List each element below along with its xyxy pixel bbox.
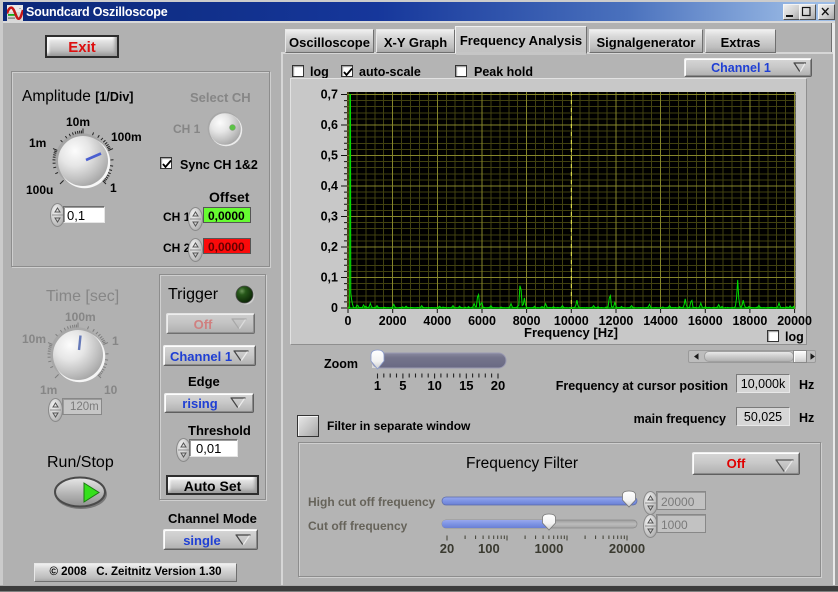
svg-text:18000: 18000 xyxy=(733,314,768,328)
svg-text:20000: 20000 xyxy=(777,314,812,328)
svg-text:10: 10 xyxy=(427,378,441,393)
svg-text:4000: 4000 xyxy=(423,314,451,328)
svg-text:5: 5 xyxy=(399,378,406,393)
svg-text:0,6: 0,6 xyxy=(321,118,338,132)
svg-text:16000: 16000 xyxy=(688,314,723,328)
svg-text:15: 15 xyxy=(459,378,473,393)
svg-text:20000: 20000 xyxy=(609,541,645,556)
svg-text:20: 20 xyxy=(440,541,454,556)
svg-text:14000: 14000 xyxy=(643,314,678,328)
svg-text:2000: 2000 xyxy=(379,314,407,328)
svg-text:0,3: 0,3 xyxy=(321,210,338,224)
svg-text:1: 1 xyxy=(374,378,381,393)
svg-text:0: 0 xyxy=(331,301,338,315)
svg-text:20: 20 xyxy=(491,378,505,393)
svg-text:0: 0 xyxy=(345,314,352,328)
svg-text:6000: 6000 xyxy=(468,314,496,328)
svg-text:0,1: 0,1 xyxy=(321,271,338,285)
svg-text:1000: 1000 xyxy=(534,541,563,556)
svg-text:0,2: 0,2 xyxy=(321,240,338,254)
svg-text:0,4: 0,4 xyxy=(321,179,338,193)
svg-text:Frequency [Hz]: Frequency [Hz] xyxy=(524,325,618,340)
svg-text:0,7: 0,7 xyxy=(321,88,338,102)
svg-text:0,5: 0,5 xyxy=(321,149,338,163)
svg-text:100: 100 xyxy=(478,541,500,556)
